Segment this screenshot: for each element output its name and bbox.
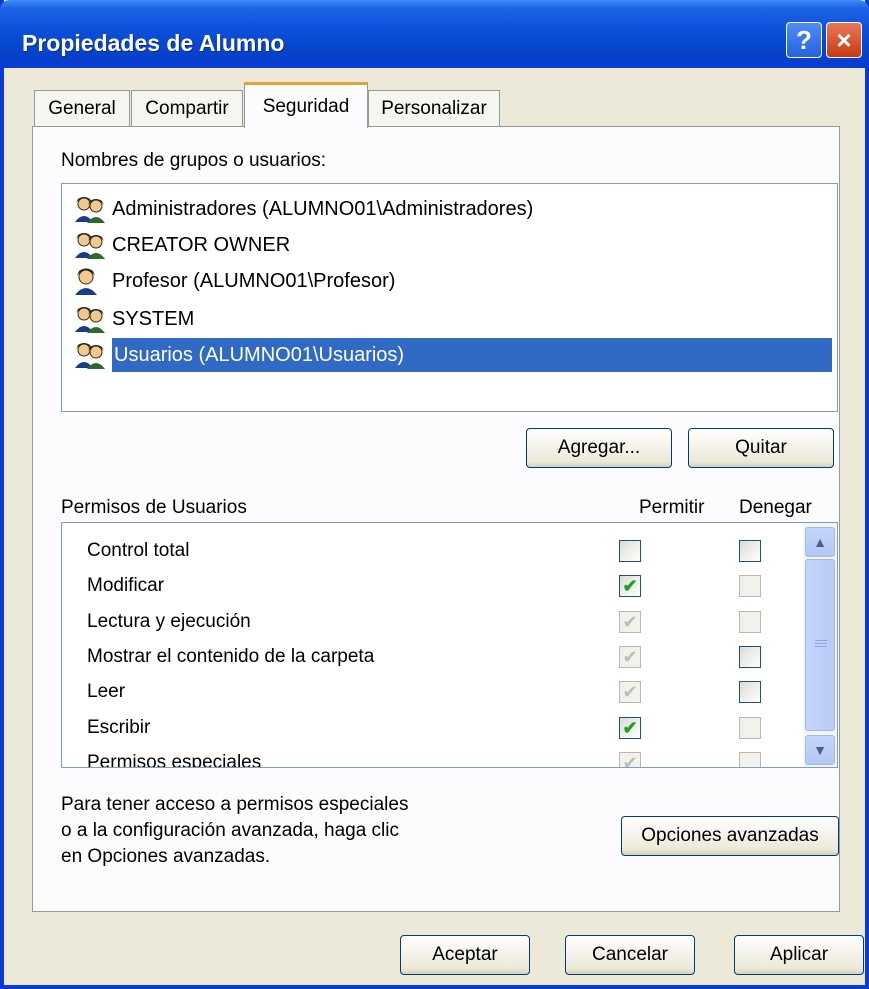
permission-row-lectura-ejecucion: Lectura y ejecución ✔ [62, 604, 802, 640]
scroll-down-button[interactable]: ▼ [805, 735, 835, 765]
list-item-label: Administradores (ALUMNO01\Administradore… [112, 197, 534, 220]
help-button[interactable]: ? [786, 22, 822, 58]
list-item-creator-owner[interactable]: CREATOR OWNER [72, 228, 290, 262]
advanced-text-line3: en Opciones avanzadas. [61, 846, 271, 867]
checkmark-icon: ✔ [622, 647, 638, 667]
permissions-title: Permisos de Usuarios [61, 497, 247, 518]
deny-checkbox[interactable] [739, 681, 761, 703]
permissions-list[interactable]: Control total Modificar ✔ Lectura y ejec… [61, 522, 838, 768]
add-button[interactable]: Agregar... [526, 428, 672, 468]
permission-name: Control total [87, 540, 190, 561]
groups-listbox[interactable]: Administradores (ALUMNO01\Administradore… [61, 183, 838, 412]
list-item-label: CREATOR OWNER [112, 233, 291, 256]
permission-name: Mostrar el contenido de la carpeta [87, 646, 375, 667]
help-icon: ? [796, 24, 812, 55]
scroll-thumb[interactable] [805, 559, 835, 731]
advanced-text-line1: Para tener acceso a permisos especiales [61, 794, 409, 815]
deny-checkbox[interactable] [739, 540, 761, 562]
allow-checkbox[interactable]: ✔ [619, 646, 641, 668]
apply-button[interactable]: Aplicar [734, 935, 864, 975]
permission-name: Lectura y ejecución [87, 611, 251, 632]
group-icon [72, 341, 108, 369]
permission-row-mostrar-contenido: Mostrar el contenido de la carpeta ✔ [62, 639, 802, 675]
allow-checkbox[interactable]: ✔ [619, 681, 641, 703]
deny-checkbox[interactable] [739, 752, 761, 767]
list-item-label-selected: Usuarios (ALUMNO01\Usuarios) [112, 338, 832, 372]
list-item-label: Profesor (ALUMNO01\Profesor) [112, 269, 396, 292]
remove-button[interactable]: Quitar [688, 428, 834, 468]
advanced-options-button[interactable]: Opciones avanzadas [621, 816, 839, 856]
user-icon [72, 267, 108, 295]
tab-compartir[interactable]: Compartir [131, 90, 243, 126]
allow-checkbox[interactable]: ✔ [619, 752, 641, 768]
advanced-text-line2: o a la configuración avanzada, haga clic [61, 820, 400, 841]
list-item-label: SYSTEM [112, 307, 195, 330]
chevron-down-icon: ▼ [813, 742, 827, 758]
permission-row-leer: Leer ✔ [62, 674, 802, 710]
allow-checkbox[interactable]: ✔ [619, 717, 641, 739]
scroll-up-button[interactable]: ▲ [805, 527, 835, 557]
deny-header: Denegar [739, 497, 812, 518]
window-title: Propiedades de Alumno [22, 30, 285, 56]
properties-window: Propiedades de Alumno ? × General Compar… [0, 0, 869, 989]
deny-checkbox[interactable] [739, 575, 761, 597]
list-item-system[interactable]: SYSTEM [72, 302, 194, 336]
deny-checkbox[interactable] [739, 611, 761, 633]
allow-checkbox[interactable]: ✔ [619, 611, 641, 633]
permission-row-control-total: Control total [62, 533, 802, 569]
list-item-usuarios[interactable]: Usuarios (ALUMNO01\Usuarios) [72, 338, 832, 372]
checkmark-icon: ✔ [622, 576, 638, 596]
permission-row-escribir: Escribir ✔ [62, 710, 802, 746]
groups-label: Nombres de grupos o usuarios: [61, 150, 327, 171]
checkmark-icon: ✔ [622, 612, 638, 632]
ok-button[interactable]: Aceptar [400, 935, 530, 975]
permission-row-modificar: Modificar ✔ [62, 568, 802, 604]
deny-checkbox[interactable] [739, 646, 761, 668]
checkmark-icon: ✔ [622, 682, 638, 702]
permission-name: Escribir [87, 717, 151, 738]
tab-general[interactable]: General [34, 90, 130, 126]
vertical-scrollbar[interactable]: ▲ ▼ [803, 523, 837, 767]
permission-name: Leer [87, 681, 126, 702]
close-button[interactable]: × [826, 22, 862, 58]
permission-row-permisos-especiales: Permisos especiales ✔ [62, 745, 802, 768]
group-icon [72, 231, 108, 259]
group-icon [72, 305, 108, 333]
permission-name: Permisos especiales [87, 752, 262, 768]
list-item-administradores[interactable]: Administradores (ALUMNO01\Administradore… [72, 192, 533, 226]
chevron-up-icon: ▲ [813, 534, 827, 550]
close-icon: × [836, 24, 852, 55]
deny-checkbox[interactable] [739, 717, 761, 739]
cancel-button[interactable]: Cancelar [565, 935, 695, 975]
group-icon [72, 195, 108, 223]
checkmark-icon: ✔ [622, 753, 638, 768]
checkmark-icon: ✔ [622, 718, 638, 738]
allow-checkbox[interactable] [619, 540, 641, 562]
allow-checkbox[interactable]: ✔ [619, 575, 641, 597]
list-item-profesor[interactable]: Profesor (ALUMNO01\Profesor) [72, 264, 395, 298]
permission-name: Modificar [87, 575, 165, 596]
tab-seguridad[interactable]: Seguridad [244, 82, 368, 128]
tab-personalizar[interactable]: Personalizar [368, 90, 500, 126]
title-bar[interactable]: Propiedades de Alumno ? × [0, 0, 869, 68]
allow-header: Permitir [639, 497, 705, 518]
